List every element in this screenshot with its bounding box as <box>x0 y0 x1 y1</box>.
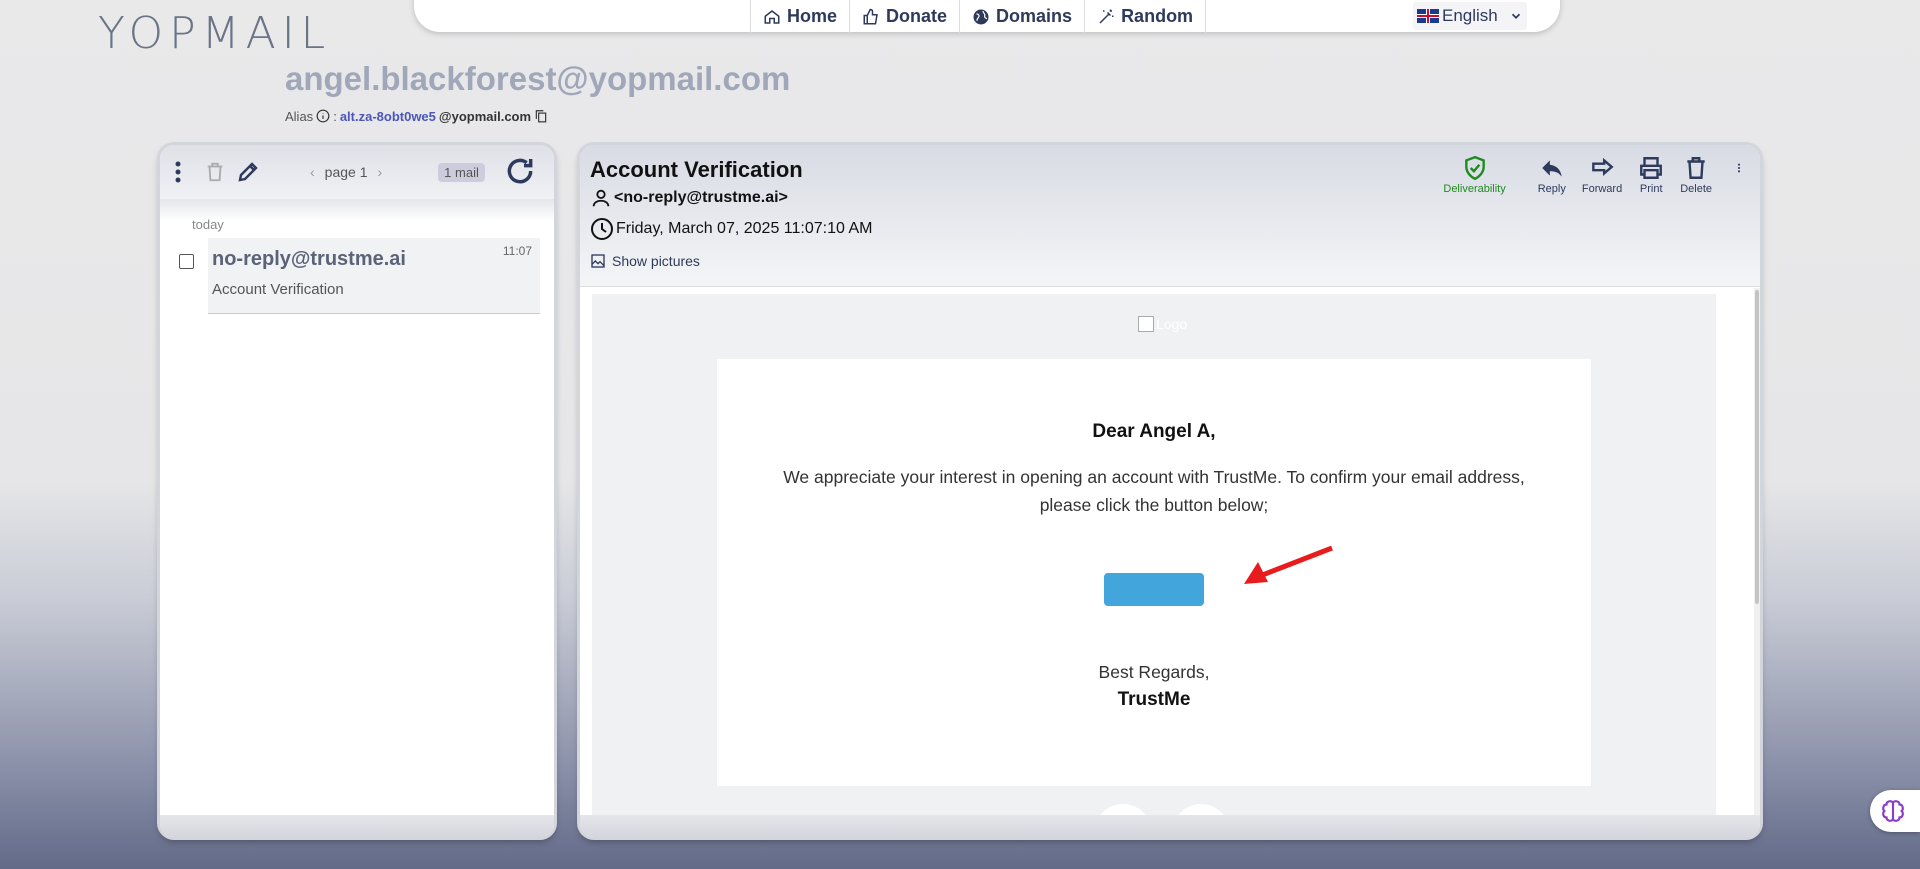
image-icon <box>591 254 605 268</box>
refresh-icon[interactable] <box>504 155 536 187</box>
inbox-address: angel.blackforest@yopmail.com <box>285 60 791 97</box>
message-body: Logo Dear Angel A, We appreciate your in… <box>580 288 1754 815</box>
message-date: Friday, March 07, 2025 11:07:10 AM <box>590 217 872 241</box>
language-select[interactable]: English <box>1413 2 1527 30</box>
forward-label: Forward <box>1581 183 1623 195</box>
red-arrow-annotation <box>1244 545 1333 584</box>
message-from: <no-reply@trustme.ai> <box>590 187 788 209</box>
brain-icon <box>1882 800 1904 822</box>
nav-home[interactable]: Home <box>751 0 851 33</box>
next-page-icon[interactable]: › <box>378 164 383 180</box>
message-sender: <no-reply@trustme.ai> <box>614 189 788 206</box>
forward-icon <box>1592 157 1614 177</box>
alias-row: Alias : alt.za-8obt0we5 @yopmail.com <box>285 108 548 124</box>
magic-wand-icon <box>1099 9 1114 24</box>
more-vertical-icon <box>1737 163 1741 173</box>
more-actions-button[interactable] <box>1720 155 1752 183</box>
prev-page-icon[interactable]: ‹ <box>310 164 315 180</box>
thumbs-up-icon <box>863 8 878 24</box>
language-label: English <box>1442 6 1498 25</box>
print-label: Print <box>1639 183 1663 195</box>
show-pictures-label: Show pictures <box>612 253 700 269</box>
broken-image-icon <box>1138 316 1154 332</box>
logo-alt-text: Logo <box>1156 316 1188 332</box>
pencil-icon[interactable] <box>236 160 260 184</box>
delete-button[interactable]: Delete <box>1672 155 1720 195</box>
email-greeting: Dear Angel A, <box>1092 421 1216 442</box>
mail-subject: Account Verification <box>212 281 344 298</box>
info-icon[interactable] <box>316 109 330 123</box>
email-card: Dear Angel A, We appreciate your interes… <box>717 359 1591 786</box>
print-button[interactable]: Print <box>1630 155 1672 195</box>
nav-domains-label: Domains <box>996 6 1073 26</box>
alias-domain: @yopmail.com <box>438 108 532 124</box>
message-panel: Account Verification <no-reply@trustme.a… <box>580 145 1760 837</box>
pager: ‹ page 1 › <box>310 164 382 180</box>
email-regards: Best Regards, <box>1098 662 1210 682</box>
clock-icon <box>591 218 613 240</box>
email-signature: TrustMe <box>1117 689 1191 710</box>
reply-icon <box>1542 160 1562 177</box>
main-nav: Home Donate Domains Random <box>750 0 1207 33</box>
trash-icon <box>1687 157 1705 179</box>
home-icon <box>764 9 780 24</box>
shield-check-icon <box>1464 155 1485 181</box>
forward-button[interactable]: Forward <box>1574 155 1630 195</box>
deliverability-label: Deliverability <box>1443 183 1506 195</box>
reply-label: Reply <box>1537 183 1566 195</box>
message-scrollbar[interactable] <box>1754 288 1760 815</box>
nav-domains[interactable]: Domains <box>960 0 1086 33</box>
trash-icon[interactable] <box>204 160 226 184</box>
mail-count-badge: 1 mail <box>438 162 485 182</box>
message-subject: Account Verification <box>590 157 803 182</box>
page-label: page 1 <box>324 164 368 180</box>
nav-donate[interactable]: Donate <box>850 0 961 33</box>
nav-home-label: Home <box>787 6 838 26</box>
more-vertical-icon[interactable] <box>174 160 182 184</box>
deliverability-button[interactable]: Deliverability <box>1435 155 1513 195</box>
assistant-button[interactable] <box>1870 790 1920 832</box>
nav-donate-label: Donate <box>886 6 948 26</box>
list-item[interactable]: no-reply@trustme.ai Account Verification… <box>208 238 540 314</box>
delete-label: Delete <box>1680 183 1712 195</box>
person-icon <box>592 189 610 207</box>
broken-logo-image: Logo <box>1138 316 1187 332</box>
mail-checkbox[interactable] <box>179 254 194 269</box>
mail-time: 11:07 <box>502 244 532 258</box>
printer-icon <box>1640 157 1663 179</box>
chevron-down-icon <box>1511 13 1520 19</box>
email-paragraph: We appreciate your interest in opening a… <box>783 467 1525 515</box>
mail-list-panel: ‹ page 1 › 1 mail today no-reply@trustme… <box>160 145 554 837</box>
message-actions: Deliverability Reply Forward Print Delet… <box>1435 155 1752 195</box>
alias-value[interactable]: alt.za-8obt0we5 <box>340 109 436 124</box>
copy-icon[interactable] <box>534 108 548 124</box>
nav-random[interactable]: Random <box>1085 0 1207 33</box>
verify-button[interactable] <box>1104 573 1204 606</box>
email-background: Logo Dear Angel A, We appreciate your in… <box>592 294 1716 815</box>
globe-icon <box>973 9 989 24</box>
list-toolbar: ‹ page 1 › 1 mail <box>160 145 554 199</box>
show-pictures-link[interactable]: Show pictures <box>590 253 700 269</box>
message-date-text: Friday, March 07, 2025 11:07:10 AM <box>616 220 873 237</box>
alias-label: Alias <box>285 108 314 124</box>
nav-random-label: Random <box>1121 6 1194 26</box>
reply-button[interactable]: Reply <box>1530 155 1574 195</box>
day-label: today <box>192 217 224 232</box>
uk-flag-icon <box>1417 9 1439 23</box>
mail-sender: no-reply@trustme.ai <box>212 248 406 270</box>
message-header: Account Verification <no-reply@trustme.a… <box>580 145 1760 287</box>
logo-text: YOPMAIL <box>98 8 332 59</box>
